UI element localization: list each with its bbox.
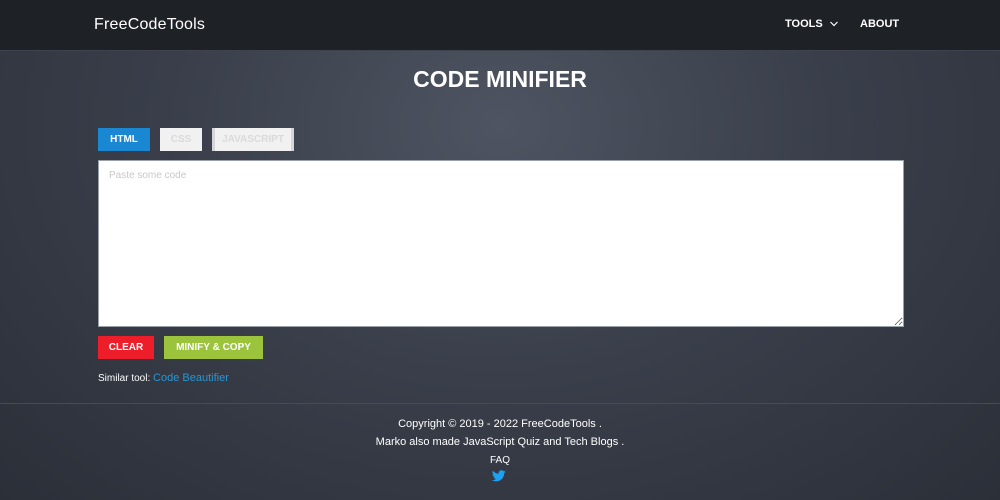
footer-made-by: Marko also made JavaScript Quiz and Tech… [375,436,625,448]
tab-css[interactable]: CSS [160,128,202,151]
tab-html[interactable]: HTML [98,128,150,151]
nav-tools-label: TOOLS [785,18,823,30]
tab-javascript[interactable]: JAVASCRIPT [212,128,294,151]
minify-copy-button[interactable]: MINIFY & COPY [164,336,263,359]
twitter-icon[interactable] [492,470,506,482]
top-navbar: FreeCodeTools TOOLS ABOUT [0,0,1000,51]
footer-divider [0,403,1000,404]
nav-about-link[interactable]: ABOUT [860,18,899,30]
footer-copyright: Copyright © 2019 - 2022 FreeCodeTools . [398,418,602,430]
clear-button[interactable]: CLEAR [98,336,154,359]
code-beautifier-link[interactable]: Code Beautifier [153,372,229,384]
code-input[interactable] [98,160,904,327]
footer-faq-link[interactable]: FAQ [0,455,1000,466]
similar-tool-prefix: Similar tool: [98,373,151,384]
page-title: CODE MINIFIER [413,66,587,92]
brand-logo-text[interactable]: FreeCodeTools [94,16,205,34]
similar-tool: Similar tool: Code Beautifier [98,372,229,384]
chevron-down-icon [829,21,838,27]
nav-tools-dropdown[interactable]: TOOLS [785,18,839,30]
